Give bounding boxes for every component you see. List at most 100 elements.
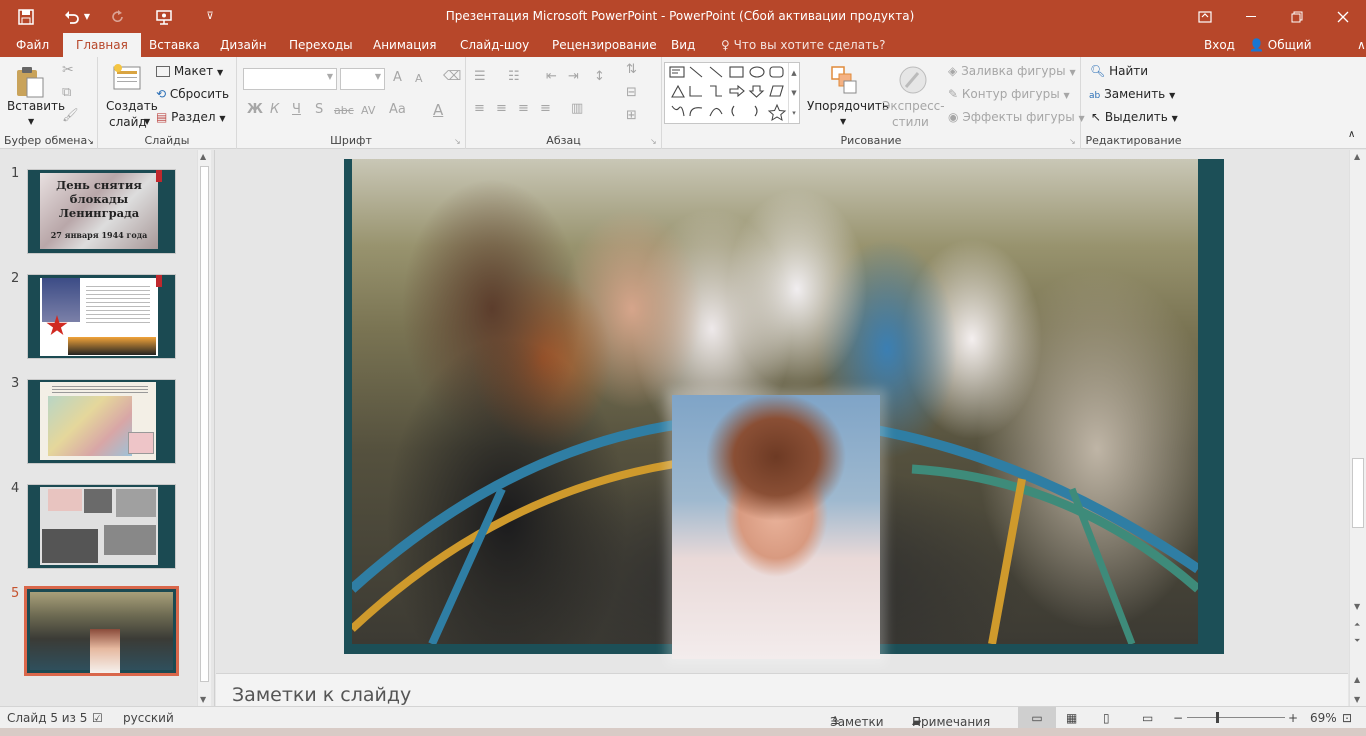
slide-sorter-icon[interactable]: ▦	[1066, 711, 1077, 725]
increase-indent-icon[interactable]: ⇥	[568, 69, 579, 84]
zoom-slider-handle[interactable]	[1216, 712, 1219, 723]
close-icon[interactable]	[1320, 0, 1366, 33]
fit-to-window-icon[interactable]: ⊡	[1342, 711, 1352, 725]
quick-styles-button[interactable]: Экспресс-	[882, 99, 945, 113]
clipboard-launcher-icon[interactable]: ↘	[87, 137, 94, 146]
slide-thumbnail-3[interactable]	[27, 379, 176, 464]
tab-animation[interactable]: Анимация	[360, 33, 449, 57]
slideshow-icon[interactable]: ▭	[1142, 711, 1153, 725]
current-slide[interactable]	[344, 159, 1224, 659]
tell-me-box[interactable]: ♀ Что вы хотите сделать?	[708, 33, 899, 57]
numbering-icon[interactable]: ☷	[508, 69, 520, 84]
tab-review[interactable]: Рецензирование	[539, 33, 670, 57]
zoom-in-icon[interactable]: +	[1288, 711, 1298, 725]
align-right-icon[interactable]: ≡	[518, 101, 529, 116]
tab-home[interactable]: Главная	[63, 33, 141, 57]
undo-dropdown-icon[interactable]: ▼	[80, 0, 94, 33]
slide-thumbnail-4[interactable]	[27, 484, 176, 569]
grow-font-icon[interactable]: A	[393, 70, 402, 85]
section-button[interactable]: ▤ Раздел ▼	[156, 110, 225, 124]
font-size-combo[interactable]: ▼	[340, 68, 385, 90]
select-button[interactable]: ↖ Выделить ▼	[1091, 110, 1178, 124]
copy-icon[interactable]: ⧉	[62, 85, 71, 100]
line-spacing-icon[interactable]: ↕	[594, 69, 605, 84]
scroll-up-icon[interactable]: ▲	[1354, 675, 1360, 684]
shadow-button[interactable]: S	[315, 102, 323, 117]
shapes-gallery[interactable]: ▲ ▼ ▾	[664, 62, 800, 124]
paste-dropdown-icon[interactable]: ▼	[28, 117, 34, 126]
italic-button[interactable]: К	[270, 102, 279, 117]
tab-file[interactable]: Файл	[3, 33, 62, 57]
find-button[interactable]: 🔍︎ Найти	[1090, 64, 1148, 78]
slide-thumbnail-2[interactable]	[27, 274, 176, 359]
shape-effects-button[interactable]: ◉ Эффекты фигуры ▼	[948, 110, 1085, 124]
tab-insert[interactable]: Вставка	[136, 33, 213, 57]
zoom-slider[interactable]	[1187, 717, 1285, 718]
zoom-out-icon[interactable]: −	[1173, 711, 1183, 725]
align-left-icon[interactable]: ≡	[474, 101, 485, 116]
normal-view-icon[interactable]: ▭	[1018, 707, 1056, 728]
align-text-icon[interactable]: ⊟	[626, 85, 637, 100]
cut-icon[interactable]: ✂	[62, 62, 74, 78]
thumbnails-scrollbar[interactable]: ▲ ▼	[197, 150, 211, 706]
scroll-up-icon[interactable]: ▲	[200, 152, 206, 161]
language-indicator[interactable]: русский	[123, 711, 174, 725]
restore-icon[interactable]	[1274, 0, 1320, 33]
scroll-down-icon[interactable]: ▼	[1354, 602, 1360, 611]
customize-icon[interactable]: ⊽	[194, 0, 226, 33]
drawing-launcher-icon[interactable]: ↘	[1069, 137, 1076, 146]
scroll-down-icon[interactable]: ▼	[1354, 695, 1360, 704]
new-slide-dropdown-icon[interactable]: ▼	[144, 117, 150, 126]
font-launcher-icon[interactable]: ↘	[454, 137, 461, 146]
spellcheck-icon[interactable]: ☑	[92, 711, 103, 725]
ribbon-display-icon[interactable]	[1182, 0, 1228, 33]
font-color-button[interactable]: A	[433, 101, 443, 119]
arrange-icon[interactable]	[830, 65, 858, 98]
zoom-level[interactable]: 69%	[1310, 711, 1337, 725]
ribbon-collapse-icon[interactable]: ∧	[1348, 129, 1355, 140]
decrease-indent-icon[interactable]: ⇤	[546, 69, 557, 84]
arrange-button[interactable]: Упорядочить	[807, 99, 889, 113]
shrink-font-icon[interactable]: A	[415, 72, 423, 85]
collapse-ribbon-icon[interactable]: ∧	[1344, 33, 1366, 57]
shape-fill-button[interactable]: ◈ Заливка фигуры ▼	[948, 64, 1076, 78]
scroll-up-icon[interactable]: ▲	[1354, 152, 1360, 161]
underline-button[interactable]: Ч	[292, 102, 301, 117]
scroll-thumb[interactable]	[200, 166, 209, 682]
new-slide-icon[interactable]	[112, 63, 144, 96]
next-slide-icon[interactable]: ⏷	[1354, 636, 1360, 646]
format-painter-icon[interactable]: 🖌	[62, 108, 79, 123]
reset-button[interactable]: ⟲ Сбросить	[156, 87, 229, 101]
slide-thumbnail-1[interactable]: День снятия блокады Ленинграда 27 января…	[27, 169, 176, 254]
paragraph-launcher-icon[interactable]: ↘	[650, 137, 657, 146]
arrange-dropdown-icon[interactable]: ▼	[840, 117, 846, 126]
spacing-button[interactable]: AV	[361, 104, 375, 117]
paste-icon[interactable]	[14, 65, 48, 99]
tab-view[interactable]: Вид	[658, 33, 708, 57]
clear-format-icon[interactable]: ⌫	[443, 69, 461, 84]
slide-scrollbar[interactable]: ▲ ▼ ⏶ ⏷	[1349, 150, 1366, 673]
smartart-icon[interactable]: ⊞	[626, 108, 637, 123]
shapes-scroll[interactable]: ▲ ▼ ▾	[788, 63, 799, 123]
minimize-icon[interactable]	[1228, 0, 1274, 33]
save-icon[interactable]	[10, 0, 42, 33]
paste-button[interactable]: Вставить	[7, 99, 65, 113]
new-slide-button[interactable]: Создать	[106, 99, 158, 113]
shape-outline-button[interactable]: ✎ Контур фигуры ▼	[948, 87, 1070, 101]
scroll-down-icon[interactable]: ▼	[200, 695, 206, 704]
font-name-combo[interactable]: ▼	[243, 68, 337, 90]
change-case-button[interactable]: Aa	[389, 102, 406, 117]
reading-view-icon[interactable]: ▯	[1103, 711, 1110, 725]
replace-button[interactable]: ab Заменить ▼	[1089, 87, 1175, 101]
present-icon[interactable]	[148, 0, 180, 33]
columns-icon[interactable]: ▥	[571, 101, 583, 116]
tab-design[interactable]: Дизайн	[207, 33, 280, 57]
quick-styles-label2[interactable]: стили	[892, 115, 929, 129]
tab-transitions[interactable]: Переходы	[276, 33, 366, 57]
tab-slideshow[interactable]: Слайд-шоу	[447, 33, 542, 57]
text-direction-icon[interactable]: ⇅	[626, 62, 637, 77]
scroll-thumb[interactable]	[1352, 458, 1364, 528]
justify-icon[interactable]: ≡	[540, 101, 551, 116]
layout-button[interactable]: Макет ▼	[156, 64, 223, 78]
prev-slide-icon[interactable]: ⏶	[1354, 620, 1360, 630]
